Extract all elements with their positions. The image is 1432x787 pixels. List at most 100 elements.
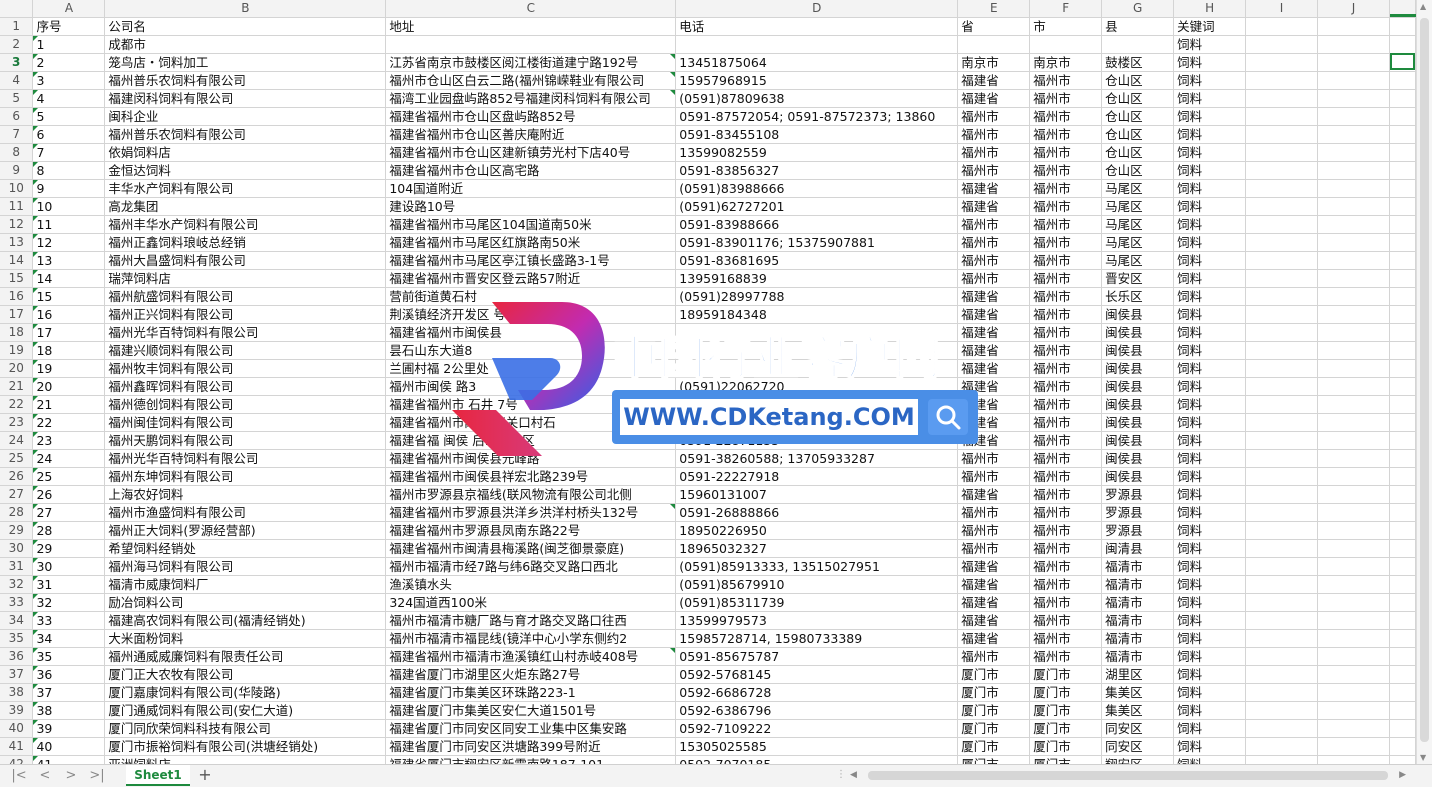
row-header[interactable]: 19 — [0, 341, 34, 360]
cell[interactable] — [1245, 755, 1318, 764]
row-header[interactable]: 39 — [0, 701, 34, 720]
cell[interactable]: 福建省福州市马尾区亭江镇长盛路3-1号 — [385, 251, 677, 270]
cell[interactable]: 福州市福清市经7路与纬6路交叉路口西北 — [385, 557, 677, 576]
cell[interactable] — [1317, 305, 1390, 324]
cell[interactable]: 福建省 — [957, 575, 1031, 594]
add-sheet-icon[interactable]: + — [196, 765, 214, 786]
cell[interactable] — [1389, 35, 1416, 54]
cell[interactable]: 4 — [32, 89, 106, 108]
cell[interactable]: 饲料 — [1173, 125, 1247, 144]
cell[interactable]: 饲料 — [1173, 557, 1247, 576]
cell[interactable]: 荆溪镇经济开发区 号东路 — [385, 305, 677, 324]
cell[interactable] — [1317, 737, 1390, 756]
cell[interactable]: 厦门同欣荣饲料科技有限公司 — [104, 719, 387, 738]
row-header[interactable]: 33 — [0, 593, 34, 612]
horizontal-scrollbar[interactable]: ◀ ▶ — [846, 768, 1406, 783]
cell[interactable] — [1389, 503, 1416, 522]
column-header-c[interactable]: C — [385, 0, 677, 18]
cell[interactable]: 饲料 — [1173, 737, 1247, 756]
cell[interactable]: 9 — [32, 179, 106, 198]
cell[interactable] — [1317, 107, 1390, 126]
row-header[interactable]: 5 — [0, 89, 34, 108]
cell[interactable]: 福建省 — [957, 431, 1031, 450]
cell[interactable]: 福建省厦门市集美区环珠路223-1 — [385, 683, 677, 702]
cell[interactable] — [1317, 683, 1390, 702]
cell[interactable]: 35 — [32, 647, 106, 666]
cell[interactable]: 福州市福清市糖厂路与育才路交叉路口往西 — [385, 611, 677, 630]
cell[interactable]: 福建省 — [957, 611, 1031, 630]
cell[interactable] — [1245, 215, 1318, 234]
cell[interactable]: 地址 — [385, 17, 677, 36]
cell[interactable]: 福州市 — [1029, 593, 1103, 612]
cell[interactable]: 市 — [1029, 17, 1103, 36]
row-header[interactable]: 2 — [0, 35, 34, 54]
cell[interactable]: 福州市 — [1029, 197, 1103, 216]
cell[interactable] — [1389, 89, 1416, 108]
cell[interactable]: 18959184348 — [675, 305, 959, 324]
cell[interactable] — [1389, 233, 1416, 252]
cell[interactable]: 福州市 — [1029, 539, 1103, 558]
cell[interactable]: 2 — [32, 53, 106, 72]
cell[interactable]: 马尾区 — [1101, 197, 1175, 216]
cell[interactable]: 饲料 — [1173, 449, 1247, 468]
cell[interactable] — [1389, 611, 1416, 630]
cell[interactable] — [1245, 503, 1318, 522]
cell[interactable]: 福州市 — [957, 503, 1031, 522]
cell[interactable]: 福建省福州市闽侯县元峰路 — [385, 449, 677, 468]
row-header[interactable]: 7 — [0, 125, 34, 144]
cell[interactable] — [1317, 287, 1390, 306]
cell[interactable]: 0592-6686728 — [675, 683, 959, 702]
cell[interactable]: 闽清县 — [1101, 539, 1175, 558]
cell[interactable]: 福建省 — [957, 629, 1031, 648]
cell[interactable] — [1245, 665, 1318, 684]
cell[interactable]: 0591-83988666 — [675, 215, 959, 234]
cell[interactable]: 0591-83901176; 15375907881 — [675, 233, 959, 252]
cell[interactable] — [1317, 467, 1390, 486]
cell[interactable]: 厦门市 — [1029, 737, 1103, 756]
cell[interactable]: 福州市 — [957, 143, 1031, 162]
cell[interactable] — [1389, 143, 1416, 162]
cell[interactable]: 厦门市 — [1029, 719, 1103, 738]
cell[interactable]: 8 — [32, 161, 106, 180]
cell[interactable]: 福州市 — [1029, 71, 1103, 90]
cell[interactable]: 福建省福州市罗源县凤南东路22号 — [385, 521, 677, 540]
cell[interactable]: 饲料 — [1173, 251, 1247, 270]
cell[interactable]: (0591)87809638 — [675, 89, 959, 108]
scroll-left-icon[interactable]: ◀ — [850, 768, 857, 783]
cell[interactable]: 饲料 — [1173, 611, 1247, 630]
cell[interactable]: 饲料 — [1173, 485, 1247, 504]
cell[interactable]: 39 — [32, 719, 106, 738]
cell[interactable]: 福州航盛饲料有限公司 — [104, 287, 387, 306]
cell[interactable]: 30 — [32, 557, 106, 576]
cell[interactable] — [1317, 53, 1390, 72]
cell[interactable]: 福州德创饲料有限公司 — [104, 395, 387, 414]
row-header[interactable]: 26 — [0, 467, 34, 486]
cell[interactable]: 福州市 — [957, 647, 1031, 666]
cell[interactable]: 13959168839 — [675, 269, 959, 288]
cell[interactable]: 福州市 — [1029, 395, 1103, 414]
cell[interactable]: 福州市 — [957, 233, 1031, 252]
cell[interactable]: 晋安区 — [1101, 269, 1175, 288]
cell[interactable]: 13805075391 — [675, 395, 959, 414]
cell[interactable] — [1317, 323, 1390, 342]
column-header-h[interactable]: H — [1173, 0, 1247, 18]
cell[interactable] — [1389, 17, 1416, 36]
cell[interactable]: 省 — [957, 17, 1031, 36]
cell[interactable]: 福建省福州市 石井 7号 — [385, 395, 677, 414]
cell[interactable] — [1317, 35, 1390, 54]
cell[interactable]: 饲料 — [1173, 323, 1247, 342]
cell[interactable]: 18950226950 — [675, 521, 959, 540]
cell[interactable]: 昙石山东大道8 — [385, 341, 677, 360]
cell[interactable]: 翔安区 — [1101, 755, 1175, 764]
cell[interactable]: 福州市 — [957, 215, 1031, 234]
cell[interactable]: 饲料 — [1173, 35, 1247, 54]
cell[interactable] — [1245, 161, 1318, 180]
cell[interactable] — [1317, 557, 1390, 576]
cell[interactable]: 福建省 — [957, 89, 1031, 108]
cell[interactable]: 罗源县 — [1101, 485, 1175, 504]
cell[interactable]: 福建省福 闽侯 后山工业区 — [385, 431, 677, 450]
cell[interactable]: 0592-7109222 — [675, 719, 959, 738]
cell[interactable]: 福州市仓山区白云二路(福州锦嵘鞋业有限公司 — [385, 71, 677, 90]
row-header[interactable]: 41 — [0, 737, 34, 756]
cell[interactable]: 饲料 — [1173, 161, 1247, 180]
